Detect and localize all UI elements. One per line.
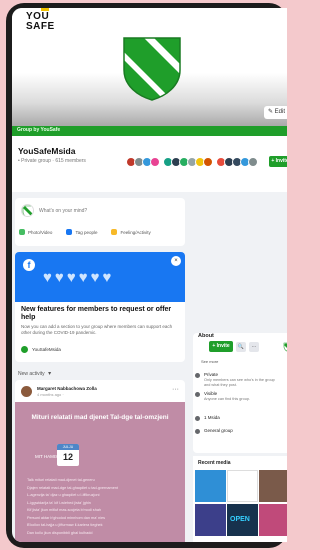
feed-post: Margaret Nabbachowa Zolla 4 months ago ·… [15,380,185,542]
about-row-title: 1 Msida [204,415,220,420]
member-avatar[interactable] [203,157,213,167]
composer-action-label: Tag people [75,229,98,235]
heart-icon: ♥ [43,269,52,286]
member-avatars[interactable] [126,156,258,168]
composer-input[interactable]: What's on your mind? [39,208,87,214]
shield-icon [22,205,33,216]
calendar-day: 12 [62,452,73,462]
feed-sort-label: New activity [18,371,45,377]
invite-button-secondary[interactable]: + Invite [209,341,233,352]
group-meta: • Private group · 615 members [18,158,86,164]
post-timestamp[interactable]: 4 months ago · [37,392,64,397]
feature-announcement-card: f ♥ ♥ ♥ ♥ ♥ ♥ × New features for members… [15,252,185,362]
feature-group-label: YouSafeMsida [32,347,61,352]
about-row: General group [195,428,233,434]
about-row: Visible Anyone can find this group. [195,391,282,402]
group-logo-icon [283,342,287,352]
poster-line: Djajen relatati mad-dge tal-ghaqdiet u t… [27,485,118,490]
heart-icon: ♥ [54,269,64,286]
recent-media-title: Recent media [198,460,231,466]
invite-button[interactable]: + Invite [269,156,287,167]
action-icon [66,229,73,235]
media-thumbnail[interactable] [259,470,287,502]
media-thumbnail[interactable] [195,504,226,536]
facebook-icon: f [23,259,35,271]
post-author[interactable]: Margaret Nabbachowa Zolla [37,386,97,391]
composer-action[interactable]: Tag people [66,229,97,235]
poster-line: B'kollox tal-hajja u jiffurmaw il-karier… [27,523,103,527]
composer-actions: Photo/Video Tag people Feeling/Activity [19,229,151,235]
poster-line: L-iggwidarija ta' kif l-wiehed jista' jg… [27,500,91,505]
about-row-subtitle: Only members can see who's in the group … [204,378,275,387]
poster-line: Dan kollu jkun disponibbli ghal kulhadd [27,530,93,535]
see-more-link[interactable]: See more [201,359,218,364]
group-actions: + Invite 🔍 ··· [209,341,259,352]
heart-icon: ♥ [78,269,88,286]
poster-day: MIT HAMIS [35,454,59,459]
screen: YOU SAFE ✎ Edit Group by YouSafe YouSafe… [12,8,287,542]
group-banner-bar: Group by YouSafe [12,126,287,136]
member-avatar[interactable] [150,157,160,167]
user-avatar [21,204,34,217]
composer-action-label: Feeling/Activity [120,229,151,235]
neon-sign-text: OPEN [230,516,250,523]
cover-photo: YOU SAFE ✎ Edit [12,8,287,126]
poster-line: L-agenzija ta' djaz u ghaqdiet u l-iffik… [27,493,100,497]
composer-action[interactable]: Photo/Video [19,229,52,235]
recent-media: Recent media OPEN [193,456,287,542]
author-avatar[interactable] [21,386,32,397]
feature-group-link[interactable]: YouSafeMsida [21,346,61,353]
shield-logo [123,37,181,101]
media-thumbnail[interactable]: OPEN [227,504,258,536]
post-composer: What's on your mind? Photo/Video Tag peop… [15,198,185,246]
media-thumbnail[interactable] [195,470,226,502]
about-row: Private Only members can see who's in the… [195,372,282,387]
location-icon [195,416,200,421]
action-icon [19,229,25,235]
heart-icon: ♥ [66,269,76,286]
group-icon [195,429,200,434]
about-row-subtitle: Anyone can find this group. [204,397,251,401]
action-icon [111,229,118,235]
group-icon [21,346,28,353]
heart-icon: ♥ [102,269,112,286]
feature-banner: f ♥ ♥ ♥ ♥ ♥ ♥ × [15,252,185,302]
feature-body: Now you can add a section to your group … [21,324,173,335]
poster-line: Kif jista' jkun mitluf mas-socjeta b'mod… [27,508,102,512]
about-title: About [198,333,214,339]
lock-icon [195,373,200,378]
close-icon[interactable]: × [171,256,181,266]
feed-sort-dropdown[interactable]: New activity ▾ [18,370,51,377]
member-avatar[interactable] [248,157,258,167]
poster-title: Mituri relatati mad djenet Tal-dge tal-o… [31,414,169,421]
search-icon[interactable]: 🔍 [236,341,246,352]
more-options-icon[interactable]: ··· [172,386,179,393]
group-banner-label: Group by YouSafe [17,127,61,133]
heart-icon: ♥ [90,269,100,286]
feature-title: New features for members to request or o… [21,306,172,321]
more-icon[interactable]: ··· [249,341,259,352]
brand-logo: YOU SAFE [26,12,55,32]
calendar-icon: JULJU 12 [57,444,79,466]
composer-action[interactable]: Feeling/Activity [111,229,151,235]
about-row: 1 Msida [195,415,220,421]
about-row-title: General group [204,428,233,433]
media-thumbnail[interactable] [227,470,258,502]
eye-icon [195,392,200,397]
edit-cover-button[interactable]: ✎ Edit [263,106,287,119]
poster-line: Persuni aktar b'ghodod minnhom dan ma' n… [27,515,106,520]
group-header: YouSafeMsida • Private group · 615 membe… [12,136,287,192]
poster-line: Talk mituri relatati mad-djenet tal-gene… [27,478,95,482]
hearts-illustration: ♥ ♥ ♥ ♥ ♥ ♥ [43,270,111,285]
post-image[interactable]: Mituri relatati mad djenet Tal-dge tal-o… [15,402,185,542]
chevron-down-icon: ▾ [48,371,52,377]
composer-action-label: Photo/Video [28,229,53,235]
group-name[interactable]: YouSafeMsida [18,146,75,156]
brand-line-2: SAFE [26,21,55,32]
media-thumbnail[interactable] [259,504,287,536]
